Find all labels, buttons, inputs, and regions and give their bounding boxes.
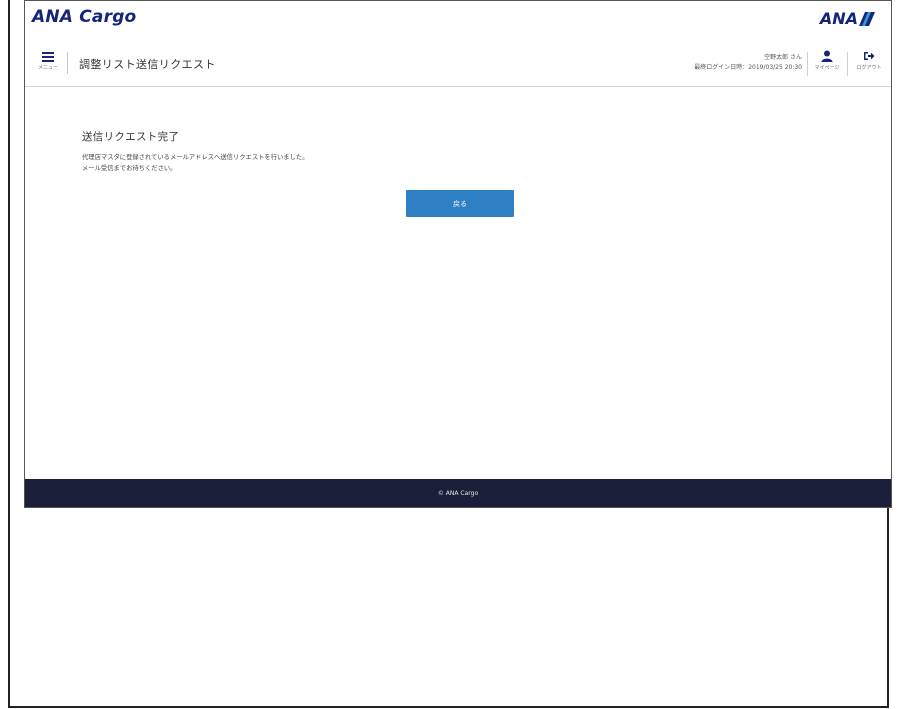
last-login-time: 最終ログイン日時：2019/03/25 20:30 <box>694 64 802 71</box>
menu-label: メニュー <box>37 65 58 71</box>
mypage-button[interactable]: マイページ <box>810 50 844 71</box>
mypage-label: マイページ <box>814 65 840 71</box>
completion-message: 代理店マスタに登録されているメールアドレスへ送信リクエストを行いました。 メール… <box>82 152 862 174</box>
completion-title: 送信リクエスト完了 <box>82 131 180 143</box>
user-info: 空野太郎 さん 最終ログイン日時：2019/03/25 20:30 <box>694 53 802 73</box>
brand-bar: ANA Cargo ANA <box>25 1 891 41</box>
page-title: 調整リスト送信リクエスト <box>79 58 216 71</box>
hamburger-icon <box>42 52 54 62</box>
user-name: 空野太郎 さん <box>764 54 802 61</box>
logout-label: ログアウト <box>856 65 882 71</box>
app-window: ANA Cargo ANA メニュー 調整リスト送信リクエスト 空野太郎 さん … <box>24 0 892 508</box>
logout-button[interactable]: ログアウト <box>852 50 886 71</box>
copyright-text: © ANA Cargo <box>437 489 479 497</box>
message-line-2: メール受信までお待ちください。 <box>82 165 177 172</box>
header: メニュー 調整リスト送信リクエスト 空野太郎 さん 最終ログイン日時：2019/… <box>25 44 891 87</box>
message-line-1: 代理店マスタに登録されているメールアドレスへ送信リクエストを行いました。 <box>82 154 309 161</box>
user-icon <box>821 50 833 62</box>
divider <box>847 52 848 76</box>
divider <box>807 52 808 76</box>
ana-logo: ANA <box>820 9 875 28</box>
header-divider <box>67 52 68 74</box>
logout-icon <box>864 52 875 60</box>
ana-stripe-icon <box>859 11 875 26</box>
footer: © ANA Cargo <box>25 479 891 507</box>
menu-button[interactable]: メニュー <box>35 50 61 80</box>
ana-logo-text: ANA <box>819 9 858 28</box>
main-content: 送信リクエスト完了 代理店マスタに登録されているメールアドレスへ送信リクエストを… <box>82 129 862 174</box>
back-button[interactable]: 戻る <box>406 190 514 217</box>
ana-cargo-logo[interactable]: ANA Cargo <box>32 7 136 27</box>
